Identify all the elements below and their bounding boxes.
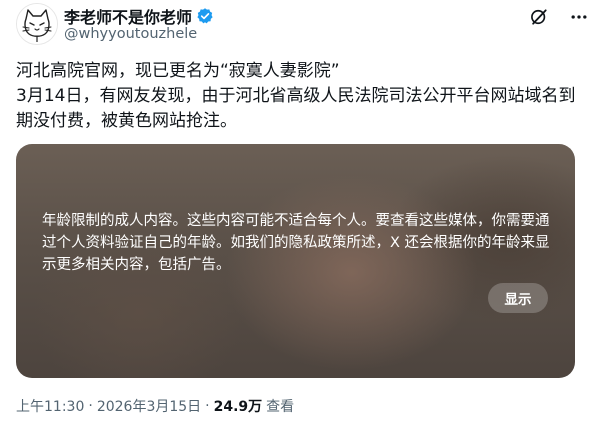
more-button[interactable] bbox=[568, 6, 590, 28]
age-restriction-warning: 年龄限制的成人内容。这些内容可能不适合每个人。要查看这些媒体，你需要通过个人资料… bbox=[42, 213, 550, 273]
grok-button[interactable] bbox=[528, 6, 550, 28]
tweet-top-actions bbox=[528, 6, 590, 28]
meta-separator: · bbox=[205, 398, 210, 414]
tweet-date[interactable]: 2026年3月15日 bbox=[97, 396, 201, 416]
tweet-meta: 上午11:30 · 2026年3月15日 · 24.9万 查看 bbox=[16, 396, 294, 416]
show-media-button[interactable]: 显示 bbox=[488, 283, 548, 313]
author-name-row: 李老师不是你老师 bbox=[64, 4, 214, 28]
views-label: 查看 bbox=[266, 399, 295, 415]
author-handle[interactable]: @whyyoutouzhele bbox=[64, 26, 197, 42]
author-display-name[interactable]: 李老师不是你老师 bbox=[64, 4, 192, 28]
avatar[interactable] bbox=[16, 3, 58, 45]
views-count: 24.9万 bbox=[213, 399, 263, 415]
grok-icon bbox=[531, 9, 547, 25]
sensitive-media: 年龄限制的成人内容。这些内容可能不适合每个人。要查看这些媒体，你需要通过个人资料… bbox=[16, 144, 575, 378]
verified-badge-icon bbox=[197, 8, 213, 24]
cat-avatar-icon bbox=[17, 4, 57, 44]
meta-separator: · bbox=[88, 398, 93, 414]
tweet-time[interactable]: 上午11:30 bbox=[16, 396, 84, 416]
tweet-text: 河北高院官网，现已更名为“寂寞人妻影院” 3月14日，有网友发现，由于河北省高级… bbox=[16, 61, 576, 131]
more-icon bbox=[571, 15, 587, 19]
